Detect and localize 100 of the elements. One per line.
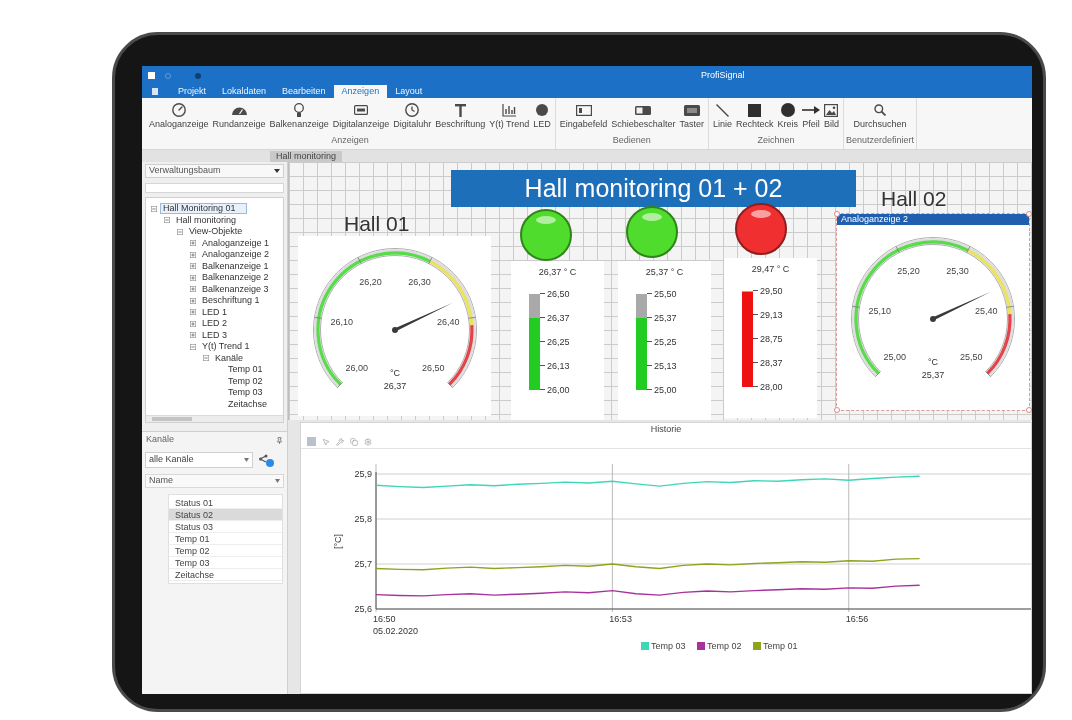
tree-item-label[interactable]: Balkenanzeige 3 <box>199 283 272 295</box>
plus-box-icon[interactable] <box>190 309 196 316</box>
gauge-scale-label: 25,40 <box>975 305 998 316</box>
channel-list-item[interactable]: Status 03 <box>169 521 282 533</box>
tree-item-label[interactable]: LED 2 <box>199 318 230 330</box>
ribbon-button[interactable]: Linie <box>710 101 734 132</box>
ribbon-button[interactable]: Digitalanzeige <box>330 101 392 132</box>
legend-label: Temp 01 <box>763 641 798 651</box>
channel-filter-dropdown[interactable]: alle Kanäle <box>145 452 253 468</box>
wrench-icon[interactable] <box>336 437 344 446</box>
share-icon[interactable] <box>259 453 274 467</box>
ribbon-button[interactable]: Eingabefeld <box>557 101 610 132</box>
tree-item-label[interactable]: Analoganzeige 2 <box>199 249 273 261</box>
tree-view-dropdown[interactable]: Verwaltungsbaum <box>145 164 284 178</box>
ribbon-button[interactable]: Balkenanzeige <box>267 101 331 132</box>
tree-item-label[interactable]: Zeitachse <box>225 398 271 410</box>
tree-item-label[interactable]: Balkenanzeige 2 <box>199 272 272 284</box>
tree-item-label[interactable]: Analoganzeige 1 <box>199 237 273 249</box>
ribbon-group-label: Anzeigen <box>331 135 369 146</box>
tree-item-label[interactable]: Beschriftung 1 <box>199 295 263 307</box>
filter-field[interactable] <box>145 183 284 193</box>
plus-box-icon[interactable] <box>190 320 196 327</box>
column-header[interactable]: Name <box>145 474 284 488</box>
tree-item-label[interactable]: View-Objekte <box>186 226 246 238</box>
ribbon-tab[interactable]: Layout <box>387 85 431 98</box>
speedometer-icon <box>231 105 247 115</box>
dot-icon <box>536 104 549 116</box>
gauge-reading: 25,37 <box>921 370 945 380</box>
tree-item-label[interactable]: Balkenanzeige 1 <box>199 260 272 272</box>
tree-item-label[interactable]: LED 3 <box>199 329 230 341</box>
tree-item-label[interactable]: Temp 03 <box>225 387 266 399</box>
minus-box-icon[interactable] <box>190 343 196 350</box>
horizontal-scrollbar[interactable] <box>146 415 283 422</box>
resize-handle[interactable] <box>1026 407 1032 413</box>
resize-handle[interactable] <box>1026 211 1032 217</box>
tree-item-label[interactable]: Y(t) Trend 1 <box>199 341 253 353</box>
keycap-icon <box>683 104 700 116</box>
plus-box-icon[interactable] <box>190 332 196 339</box>
ribbon-button[interactable]: Digitaluhr <box>391 101 434 132</box>
tree-item-label[interactable]: Hall monitoring <box>173 214 240 226</box>
ribbon-button[interactable]: Durchsuchen <box>851 101 909 132</box>
settings-icon[interactable] <box>364 437 372 446</box>
ribbon-tab[interactable]: Anzeigen <box>333 85 388 98</box>
minus-box-icon[interactable] <box>177 228 183 235</box>
ribbon-tab[interactable]: Bearbeiten <box>274 85 334 98</box>
minus-box-icon[interactable] <box>164 217 170 224</box>
gauge-scale-label: 26,40 <box>436 316 460 327</box>
bar-scale-label: 25,37 <box>654 312 677 323</box>
tree-item-label[interactable]: Hall Monitoring 01 <box>160 203 247 215</box>
ribbon-button[interactable]: Analoganzeige <box>147 101 211 132</box>
ribbon-tab[interactable]: Lokaldaten <box>214 85 275 98</box>
pointer-icon[interactable] <box>322 437 330 446</box>
ribbon-button[interactable]: Rundanzeige <box>210 101 268 132</box>
title-banner: Hall monitoring 01 + 02 <box>451 170 856 207</box>
plus-box-icon[interactable] <box>190 240 196 247</box>
bar-scale-label: 26,37 <box>547 312 570 323</box>
ribbon-button[interactable]: Kreis <box>775 101 800 132</box>
channel-list-item[interactable]: Zeitachse <box>169 569 282 581</box>
ribbon-button[interactable]: Bild <box>821 101 841 132</box>
bar-scale-label: 26,13 <box>547 360 570 371</box>
tree-item-label[interactable]: Kanäle <box>212 352 247 364</box>
ribbon-button[interactable]: Taster <box>677 101 706 132</box>
image-icon <box>824 103 839 117</box>
plus-box-icon[interactable] <box>190 274 196 281</box>
axis-date-label: 05.02.2020 <box>373 626 419 636</box>
gauge-reading: 26,37 <box>383 381 406 391</box>
channel-list-item[interactable]: Temp 02 <box>169 545 282 557</box>
lightbulb-icon <box>294 103 305 117</box>
document-tab[interactable]: Hall monitoring <box>270 151 343 162</box>
copy-icon[interactable] <box>350 437 358 446</box>
channel-list-item[interactable]: Temp 01 <box>169 533 282 545</box>
circle-icon[interactable] <box>165 72 171 79</box>
dot-icon[interactable] <box>195 72 201 79</box>
bar-scale-label: 28,00 <box>760 381 783 392</box>
minus-box-icon[interactable] <box>203 355 209 362</box>
bar-reading: 29,47 ° C <box>751 263 790 276</box>
ribbon-button[interactable]: Pfeil <box>799 101 822 132</box>
ribbon-button[interactable]: Schiebeschalter <box>609 101 678 132</box>
tree-item-label[interactable]: LED 1 <box>199 306 230 318</box>
plus-box-icon[interactable] <box>190 297 196 304</box>
ribbon-button[interactable]: Y(t) Trend <box>487 101 532 132</box>
ribbon-button[interactable]: Rechteck <box>733 101 776 132</box>
legend-label: Temp 03 <box>651 641 686 651</box>
letter-t-icon <box>454 103 466 117</box>
minus-box-icon[interactable] <box>151 205 157 212</box>
channel-list-item[interactable]: Status 02 <box>169 509 282 521</box>
ribbon-button[interactable]: Beschriftung <box>433 101 488 132</box>
plus-box-icon[interactable] <box>190 251 196 258</box>
channel-list-item[interactable]: Temp 03 <box>169 557 282 569</box>
pin-icon[interactable] <box>276 436 283 444</box>
tree-item-label[interactable]: Temp 01 <box>225 364 266 376</box>
ribbon-group-label: Benutzerdefiniert <box>846 135 915 146</box>
plus-box-icon[interactable] <box>190 286 196 293</box>
resize-handle[interactable] <box>834 211 840 217</box>
resize-handle[interactable] <box>834 407 840 413</box>
bar-scale-label: 26,25 <box>547 336 570 347</box>
ribbon-tab[interactable]: Projekt <box>170 85 214 98</box>
tree-item-label[interactable]: Temp 02 <box>225 375 266 387</box>
ribbon-button[interactable]: LED <box>531 101 553 132</box>
plus-box-icon[interactable] <box>190 263 196 270</box>
